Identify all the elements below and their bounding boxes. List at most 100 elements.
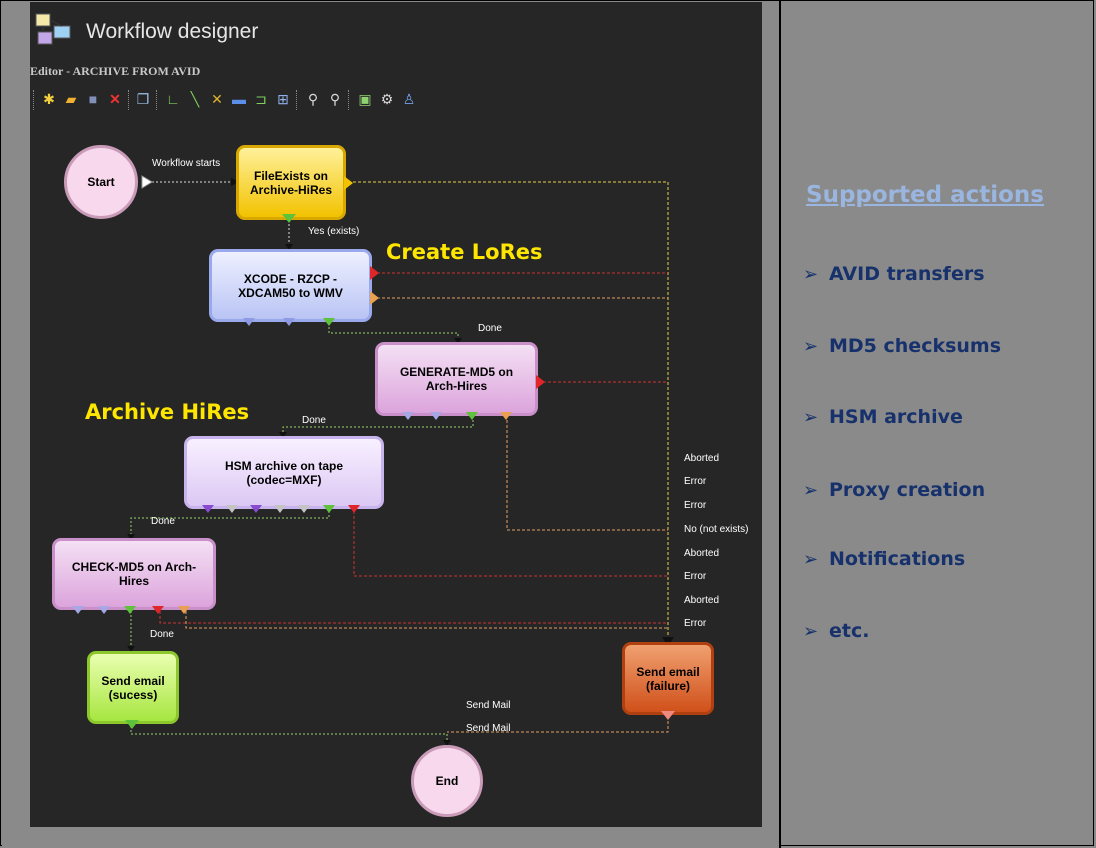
node-line: XCODE - RZCP - (243, 271, 338, 286)
node-line: Archive-HiRes (249, 182, 333, 197)
connection-label: Aborted (684, 453, 720, 464)
start-output-port (141, 175, 153, 189)
validate-icon[interactable]: ▣ (356, 90, 374, 108)
action-label: Proxy creation (829, 479, 986, 501)
connection-label: Done (302, 415, 326, 426)
arrow-bullet-icon: ➢ (803, 479, 819, 501)
file-exists-output-port (282, 214, 296, 223)
toolbar-separator (156, 90, 158, 110)
toolbar-separator (348, 90, 350, 110)
open-icon[interactable]: ▰ (62, 90, 80, 108)
file-exists-node[interactable]: FileExists on Archive-HiRes (236, 145, 346, 220)
xcode-error-port (370, 266, 379, 280)
settings-icon[interactable]: ⚙ (378, 90, 396, 108)
connection-label: No (not exists) (684, 524, 749, 535)
connector-icon[interactable]: ∟ (164, 90, 182, 108)
xcode-output-ports (243, 318, 335, 326)
workflow-canvas[interactable]: Start FileExists on Archive-HiRes XCODE -… (30, 120, 762, 827)
generate-output-ports (402, 412, 512, 420)
action-item: ➢ HSM archive (803, 406, 963, 428)
title-bar: Workflow designer (30, 2, 762, 52)
new-icon[interactable]: ✱ (40, 90, 58, 108)
node-line: GENERATE-MD5 on (399, 365, 514, 379)
generate-error-port (536, 375, 545, 389)
xcode-node[interactable]: XCODE - RZCP - XDCAM50 to WMV (209, 249, 372, 322)
annotation-archive-hires: Archive HiRes (85, 400, 250, 424)
action-item: ➢ Proxy creation (803, 479, 985, 501)
toolbar-separator (128, 90, 130, 110)
toolbar-separator (296, 90, 298, 110)
connection-label: Error (684, 571, 707, 582)
copy-icon[interactable]: ❐ (134, 90, 152, 108)
check-output-ports (72, 606, 190, 614)
arrow-bullet-icon: ➢ (803, 406, 819, 428)
node-line: (failure) (645, 678, 690, 693)
rectangle-icon[interactable]: ▬ (230, 90, 248, 108)
node-line: Send email (636, 664, 700, 679)
email-failure-output-port (661, 711, 675, 720)
action-item: ➢ AVID transfers (803, 263, 985, 285)
connection-label: Error (684, 618, 707, 629)
layout-icon[interactable]: ⊞ (274, 90, 292, 108)
connection-label: Error (684, 476, 707, 487)
delete-icon[interactable]: ✕ (106, 90, 124, 108)
workflow-logo-icon (35, 13, 71, 45)
arrow-bullet-icon: ➢ (803, 263, 819, 285)
cross-icon[interactable]: ✕ (208, 90, 226, 108)
arrow-bullet-icon: ➢ (803, 620, 819, 642)
hsm-output-ports (202, 505, 360, 513)
connection-label: Yes (exists) (308, 226, 360, 237)
arrow-bullet-icon: ➢ (803, 548, 819, 570)
generate-md5-node[interactable]: GENERATE-MD5 on Arch-Hires (375, 342, 538, 416)
node-line: (sucess) (108, 687, 158, 702)
send-email-success-node[interactable]: Send email (sucess) (87, 651, 179, 724)
action-label: MD5 checksums (829, 335, 1002, 357)
check-md5-node[interactable]: CHECK-MD5 on Arch- Hires (52, 538, 216, 610)
connection-label: Send Mail (466, 700, 511, 711)
editor-label: Editor - ARCHIVE FROM AVID (30, 64, 201, 78)
action-label: etc. (829, 620, 870, 642)
app-title: Workflow designer (86, 20, 259, 43)
action-item: ➢ Notifications (803, 548, 965, 570)
route-icon[interactable]: ⊐ (252, 90, 270, 108)
zoom-out-icon[interactable]: ⚲ (326, 90, 344, 108)
supported-actions-title: Supported actions (806, 182, 1044, 208)
toolbar-grip (33, 90, 35, 110)
node-line: Arch-Hires (425, 379, 488, 393)
annotation-create-lores: Create LoRes (386, 240, 543, 264)
action-label: HSM archive (829, 406, 963, 428)
toolbar: ✱ ▰ ■ ✕ ❐ ∟ ╲ ✕ ▬ ⊐ ⊞ ⚲ ⚲ ▣ ⚙ ♙ (30, 90, 530, 112)
save-icon[interactable]: ■ (84, 90, 102, 108)
node-line: (codec=MXF) (246, 472, 322, 487)
connection-label: Done (150, 629, 174, 640)
hierarchy-icon[interactable]: ♙ (400, 90, 418, 108)
connection-label: Done (151, 516, 175, 527)
node-line: CHECK-MD5 on Arch- (71, 560, 197, 574)
node-line: HSM archive on tape (224, 458, 344, 473)
file-exists-side-port (344, 176, 353, 190)
node-line: Hires (118, 574, 150, 588)
action-label: Notifications (829, 548, 966, 570)
connection-label: Error (684, 500, 707, 511)
workflow-designer-window: Workflow designer Editor - ARCHIVE FROM … (30, 2, 762, 827)
connection-label: Aborted (684, 548, 720, 559)
xcode-abort-port (370, 291, 379, 305)
node-line: Send email (101, 673, 165, 688)
node-line: XDCAM50 to WMV (238, 285, 343, 300)
supported-actions-panel: Supported actions ➢ AVID transfers ➢ MD5 c… (781, 0, 1096, 848)
hsm-archive-node[interactable]: HSM archive on tape (codec=MXF) (184, 436, 384, 509)
connection-label: Done (478, 323, 502, 334)
action-label: AVID transfers (829, 263, 985, 285)
node-line: FileExists on (253, 168, 329, 183)
zoom-in-icon[interactable]: ⚲ (304, 90, 322, 108)
connection-label: Aborted (684, 595, 720, 606)
start-node[interactable]: Start (64, 145, 138, 219)
connection-label: Send Mail (466, 723, 511, 734)
end-node[interactable]: End (411, 745, 483, 817)
line-icon[interactable]: ╲ (186, 90, 204, 108)
send-email-failure-node[interactable]: Send email (failure) (622, 642, 714, 715)
action-item: ➢ etc. (803, 620, 869, 642)
email-success-output-port (125, 720, 139, 729)
action-item: ➢ MD5 checksums (803, 335, 1001, 357)
arrow-bullet-icon: ➢ (803, 335, 819, 357)
